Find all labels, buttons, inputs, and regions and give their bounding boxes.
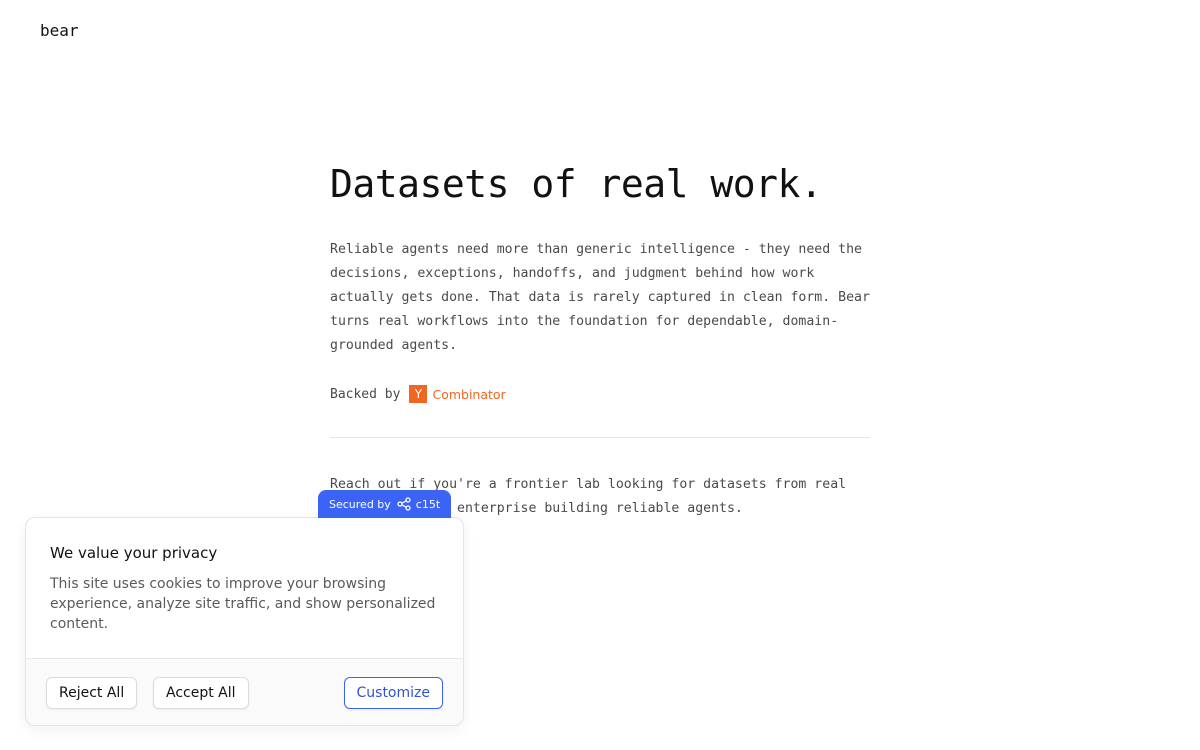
cookie-banner-title: We value your privacy	[50, 544, 218, 562]
hero-description: Reliable agents need more than generic i…	[330, 242, 870, 353]
cookie-banner-actions: Reject All Accept All Customize	[26, 658, 463, 725]
hero-section: Datasets of real work. Reliable agents n…	[330, 158, 870, 403]
site-logo[interactable]: bear	[40, 21, 79, 40]
reject-all-button[interactable]: Reject All	[46, 677, 138, 709]
secured-by-brand: c15t	[415, 497, 441, 511]
cookie-banner-description: This site uses cookies to improve your b…	[50, 576, 436, 632]
accept-all-button[interactable]: Accept All	[153, 677, 249, 709]
backed-by-label: Backed by	[330, 386, 401, 402]
page-headline: Datasets of real work.	[330, 162, 823, 206]
cookie-consent-banner: We value your privacy This site uses coo…	[25, 517, 464, 726]
y-combinator-name: Combinator	[432, 386, 506, 402]
section-divider	[330, 437, 870, 438]
c15t-nodes-icon	[397, 497, 411, 511]
secured-by-badge[interactable]: Secured by c15t	[318, 490, 452, 518]
y-combinator-link[interactable]: Y Combinator	[409, 385, 506, 403]
secured-by-label: Secured by	[329, 497, 391, 511]
y-combinator-logo-icon: Y	[409, 385, 428, 403]
backed-by-row: Backed by Y Combinator	[330, 385, 870, 403]
customize-button[interactable]: Customize	[343, 677, 443, 709]
